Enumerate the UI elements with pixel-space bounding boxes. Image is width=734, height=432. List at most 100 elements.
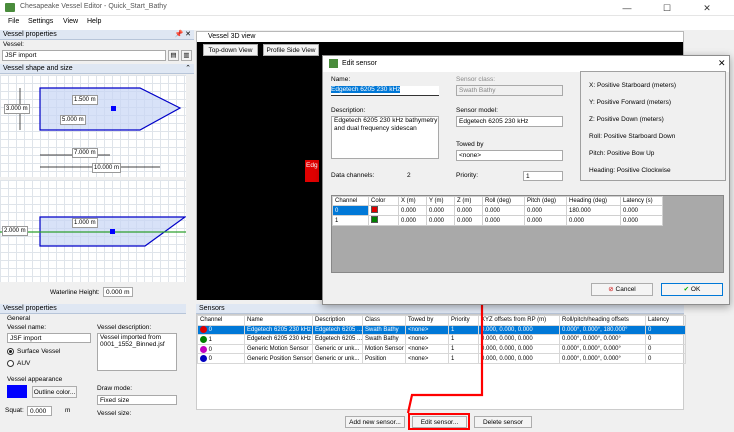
towed-by-select[interactable]: <none> <box>456 150 563 161</box>
column-header[interactable]: Y (m) <box>426 196 455 206</box>
draw-mode-label: Draw mode: <box>97 385 133 392</box>
description-label: Description: <box>331 107 366 114</box>
surface-vessel-label: Surface Vessel <box>17 348 61 355</box>
dimension-label[interactable]: 10.000 m <box>92 163 122 173</box>
menu-settings[interactable]: Settings <box>28 18 53 25</box>
sensor-description-input[interactable]: Edgetech 6205 230 kHz bathymetry and dua… <box>331 116 439 159</box>
info-line: Heading: Positive Clockwise <box>589 167 671 174</box>
collapse-icon[interactable]: ⌃ <box>185 64 191 73</box>
vessel-description-label: Vessel description: <box>97 324 152 331</box>
tab-vessel-3d-view[interactable]: Vessel 3D view <box>197 32 683 42</box>
vessel-properties-lower-header: Vessel properties <box>0 304 186 314</box>
channel-color-swatch[interactable] <box>371 216 378 223</box>
outline-color-button[interactable]: Outline color... <box>32 386 77 398</box>
column-header[interactable]: Channel <box>197 315 245 326</box>
column-header[interactable]: Z (m) <box>454 196 483 206</box>
minimize-button[interactable]: — <box>612 2 642 14</box>
info-line: Roll: Positive Starboard Down <box>589 133 676 140</box>
dialog-title: Edit sensor <box>342 60 378 67</box>
dimension-label[interactable]: 1.000 m <box>72 218 98 228</box>
info-line: X: Positive Starboard (meters) <box>589 82 677 89</box>
title-bar: Chesapeake Vessel Editor - Quick_Start_B… <box>0 0 734 16</box>
dialog-close-icon[interactable]: ✕ <box>718 58 726 69</box>
top-down-view-button[interactable]: Top-down View <box>203 44 258 56</box>
surface-vessel-radio[interactable] <box>7 348 14 355</box>
column-header[interactable]: Pitch (deg) <box>524 196 567 206</box>
close-button[interactable]: ✕ <box>692 2 722 14</box>
vessel-name-input[interactable]: JSF import <box>7 333 91 343</box>
vessel-properties-header: Vessel properties 📌 ✕ <box>0 30 194 40</box>
maximize-button[interactable]: ☐ <box>652 2 682 14</box>
sensor-color-dot <box>200 355 207 363</box>
app-icon <box>5 3 15 12</box>
channels-table: Channel Color X (m) Y (m) Z (m) Roll (de… <box>332 196 663 226</box>
auv-radio[interactable] <box>7 360 14 367</box>
vessel-select[interactable]: JSF import <box>2 50 166 61</box>
pin-icon[interactable]: 📌 ✕ <box>174 30 191 39</box>
column-header[interactable]: Latency (s) <box>620 196 663 206</box>
info-line: Z: Positive Down (meters) <box>589 116 664 123</box>
dimension-label[interactable]: 1.500 m <box>72 95 98 105</box>
vessel-color-swatch[interactable] <box>7 385 27 398</box>
channels-grid: Channel Color X (m) Y (m) Z (m) Roll (de… <box>331 195 724 273</box>
menu-help[interactable]: Help <box>87 18 101 25</box>
channel-row[interactable]: 1 0.000 0.000 0.000 0.000 0.000 0.000 0.000 <box>332 215 663 226</box>
sensor-model-select[interactable]: Edgetech 6205 230 kHz <box>456 116 563 127</box>
channel-row[interactable]: 0 0.000 0.000 0.000 0.000 0.000 180.000 0.000 <box>332 205 663 216</box>
sensor-name-input[interactable]: Edgetech 6205 230 kHz <box>331 86 439 96</box>
sensor-color-dot <box>200 326 207 334</box>
menu-bar: File Settings View Help <box>0 16 734 30</box>
dimension-label[interactable]: 3.000 m <box>4 104 30 114</box>
column-header[interactable]: Color <box>368 196 399 206</box>
column-header[interactable]: Description <box>312 315 363 326</box>
profile-side-view-button[interactable]: Profile Side View <box>263 44 319 56</box>
vessel-appearance-label: Vessel appearance <box>7 376 63 383</box>
vessel-name-label: Vessel name: <box>7 324 47 331</box>
cancel-button[interactable]: ⊘ Cancel <box>591 283 653 296</box>
dialog-icon <box>329 59 338 68</box>
general-label: General <box>7 315 31 322</box>
column-header[interactable]: Roll/pitch/heading offsets <box>559 315 646 326</box>
menu-file[interactable]: File <box>8 18 19 25</box>
top-down-shape-view[interactable]: 1.500 m 3.000 m 5.000 m 7.000 m 10.000 m <box>0 75 186 177</box>
name-label: Name: <box>331 76 351 83</box>
channel-color-swatch[interactable] <box>371 206 378 213</box>
waterline-input[interactable]: 0.000 m <box>103 287 133 297</box>
column-header[interactable]: Heading (deg) <box>566 196 621 206</box>
dimension-label[interactable]: 7.000 m <box>72 148 98 158</box>
menu-view[interactable]: View <box>63 18 78 25</box>
delete-vessel-icon[interactable]: ▥ <box>181 50 192 61</box>
save-vessel-icon[interactable]: ▤ <box>168 50 179 61</box>
squat-input[interactable]: 0.000 <box>27 406 52 416</box>
side-shape-view[interactable]: 1.000 m 2.000 m <box>0 180 186 282</box>
priority-stepper[interactable]: 1 <box>523 171 563 181</box>
sensor-color-dot <box>200 335 207 343</box>
info-line: Pitch: Positive Bow Up <box>589 150 655 157</box>
sensor-model-label: Sensor model: <box>456 107 498 114</box>
window-title: Chesapeake Vessel Editor - Quick_Start_B… <box>20 3 167 10</box>
sensor-color-dot <box>200 345 207 353</box>
info-line: Y: Positive Forward (meters) <box>589 99 671 106</box>
column-header[interactable]: Roll (deg) <box>482 196 525 206</box>
edit-sensor-dialog: Edit sensor ✕ Name: Edgetech 6205 230 kH… <box>322 55 730 305</box>
dimension-label[interactable]: 2.000 m <box>2 226 28 236</box>
data-channels-label: Data channels: <box>331 172 375 179</box>
vessel-description-input[interactable]: Vessel imported from 0001_1552_Binned.js… <box>97 333 177 371</box>
column-header[interactable]: Name <box>244 315 313 326</box>
dimension-label[interactable]: 5.000 m <box>60 115 86 125</box>
sensor-class-select: Swath Bathy <box>456 85 563 96</box>
draw-mode-select[interactable]: Fixed size <box>97 395 177 405</box>
dialog-title-bar: Edit sensor ✕ <box>323 56 729 72</box>
column-header[interactable]: X (m) <box>398 196 427 206</box>
column-header[interactable]: Latency <box>645 315 686 326</box>
check-icon: ✔ <box>683 286 690 293</box>
sensor-label-3d: Edg <box>305 160 319 182</box>
data-channels-value: 2 <box>407 172 411 179</box>
vessel-shape-header: Vessel shape and size ⌃ <box>0 64 194 74</box>
add-sensor-button[interactable]: Add new sensor... <box>345 416 405 428</box>
column-header[interactable]: Channel <box>332 196 369 206</box>
cancel-icon: ⊘ <box>608 286 614 293</box>
axis-info-box: X: Positive Starboard (meters) Y: Positi… <box>580 71 726 181</box>
ok-button[interactable]: ✔ OK <box>661 283 723 296</box>
vessel-label: Vessel: <box>3 41 24 48</box>
